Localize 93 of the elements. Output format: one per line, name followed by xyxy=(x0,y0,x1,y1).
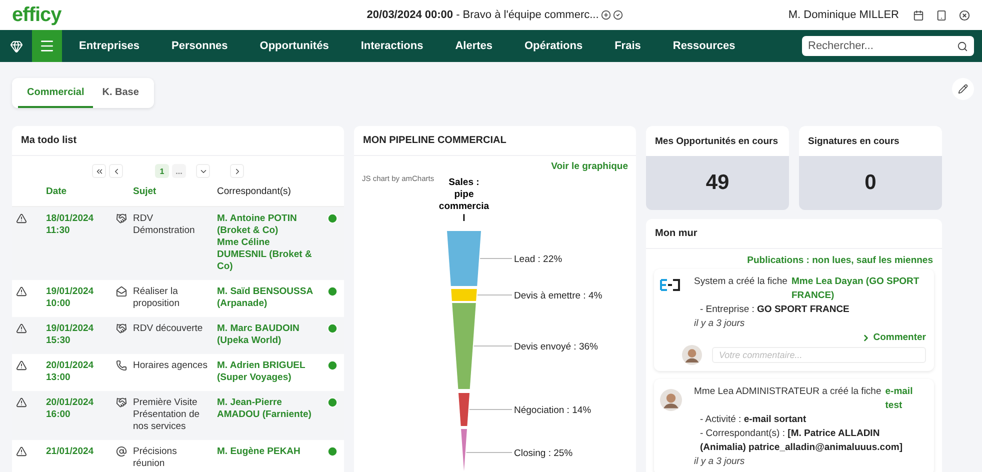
subject-text: RDV Démonstration xyxy=(133,213,196,237)
nav-item[interactable]: Personnes xyxy=(154,40,243,52)
handshake-icon xyxy=(116,213,127,224)
warning-icon xyxy=(16,286,27,297)
warning-icon xyxy=(16,213,27,224)
calendar-icon[interactable] xyxy=(913,10,924,20)
kpi-title: Mes Opportunités en cours xyxy=(655,136,778,146)
subject-text: Première Visite Présentation de nos services xyxy=(133,397,201,433)
subject-text: Horaires agences xyxy=(133,360,208,372)
kpi-title: Signatures en cours xyxy=(808,136,900,146)
record-link[interactable]: Mme Lea Dayan (GO SPORT FRANCE) xyxy=(791,275,922,303)
subject-text: RDV découverte xyxy=(133,323,203,335)
handshake-icon xyxy=(116,323,127,334)
contact-link[interactable]: M. Adrien BRIGUEL (Super Voyages) xyxy=(217,360,319,384)
edit-button[interactable] xyxy=(952,78,974,100)
contact-link[interactable]: Mme Céline DUMESNIL (Broket & Co) xyxy=(217,237,319,273)
search-field[interactable]: Rechercher... xyxy=(802,36,974,56)
handshake-icon xyxy=(116,397,127,408)
logo-icon xyxy=(660,279,680,291)
avatar-icon xyxy=(682,345,702,365)
first-page-button[interactable] xyxy=(92,164,106,178)
card-title: Ma todo list xyxy=(21,135,77,146)
phone-icon xyxy=(116,360,127,371)
post-text: Mme Lea ADMINISTRATEUR a créé la fiche xyxy=(694,385,882,399)
warning-icon xyxy=(16,360,27,371)
post-detail: - Entreprise : GO SPORT FRANCE xyxy=(699,303,850,317)
post-detail: - Correspondant(s) : [M. Patrice ALLADIN (Animalia) patrice_alladin@animaluuus.com] xyxy=(699,427,904,455)
announcement-text: 20/03/2024 00:00 - Bravo à l'équipe commerc... xyxy=(366,9,599,21)
post-detail: - Activité : e-mail sortant xyxy=(699,413,808,427)
nav-item[interactable]: Frais xyxy=(598,40,656,52)
nav-item[interactable]: Alertes xyxy=(438,40,508,52)
date-text: 18/01/2024 11:30 xyxy=(46,213,95,237)
segment-label: Lead : 22% xyxy=(514,254,562,265)
kpi-value: 0 xyxy=(864,171,876,195)
warning-icon xyxy=(16,397,27,408)
page-button[interactable]: 1 xyxy=(155,164,169,178)
at-sign-icon xyxy=(116,446,127,457)
close-icon[interactable] xyxy=(959,10,970,20)
menu-button[interactable] xyxy=(32,30,62,62)
chart-title: Sales : pipe commercia l xyxy=(438,177,490,225)
post-time: il y a 3 jours xyxy=(694,317,746,331)
chart-link[interactable]: Voir le graphique xyxy=(551,161,628,172)
date-text: 21/01/2024 xyxy=(46,446,94,458)
date-text: 19/01/2024 10:00 xyxy=(46,286,95,310)
leader-line xyxy=(468,409,512,410)
filter-link[interactable]: Publications : non lues, sauf les miennes xyxy=(738,249,942,269)
subject-text: Réaliser la proposition xyxy=(133,286,180,310)
envelope-open-icon xyxy=(116,286,127,297)
segment-label: Closing : 25% xyxy=(514,448,573,459)
post-time: il y a 3 jours xyxy=(694,455,746,469)
pencil-icon xyxy=(958,84,968,94)
segment-label: Négociation : 14% xyxy=(514,405,592,416)
tab[interactable]: K. Base xyxy=(93,78,148,108)
leader-line xyxy=(476,294,512,296)
leader-line xyxy=(480,258,512,259)
search-icon[interactable] xyxy=(957,40,968,52)
nav-item[interactable]: Entreprises xyxy=(62,40,155,52)
avatar-icon xyxy=(660,389,682,411)
tab[interactable]: Commercial xyxy=(18,78,94,108)
check-icon[interactable] xyxy=(612,10,623,20)
date-text: 19/01/2024 15:30 xyxy=(46,323,95,347)
date-text: 20/01/2024 13:00 xyxy=(46,360,95,384)
nav-item[interactable]: Opportunités xyxy=(242,40,344,52)
warning-icon xyxy=(16,323,27,334)
menu-icon xyxy=(39,38,55,54)
contact-link[interactable]: M. Antoine POTIN (Broket & Co) xyxy=(217,213,319,237)
contact-link[interactable]: M. Saïd BENSOUSSA (Arpanade) xyxy=(217,286,319,310)
subject-text: Précisions réunion xyxy=(133,446,178,470)
add-icon[interactable] xyxy=(600,10,611,20)
comment-link[interactable]: Commenter xyxy=(861,331,926,345)
segment-label: Devis à emettre : 4% xyxy=(514,290,602,302)
nav-item[interactable]: Opérations xyxy=(508,40,598,52)
nav-item[interactable]: Interactions xyxy=(344,40,438,52)
segment-label: Devis envoyé : 36% xyxy=(514,342,598,352)
next-page-button[interactable] xyxy=(230,164,244,178)
double-chevron-left-icon xyxy=(94,166,104,176)
leader-line xyxy=(466,452,512,453)
tablet-icon[interactable] xyxy=(936,10,947,20)
post-text: System a créé la fiche xyxy=(694,275,788,289)
previous-page-button[interactable] xyxy=(109,164,123,178)
dropdown-button[interactable] xyxy=(196,164,210,178)
logo: efficy xyxy=(12,4,62,26)
card-title: Mon mur xyxy=(655,228,698,239)
warning-icon xyxy=(16,446,27,457)
comment-field[interactable]: Votre commentaire... xyxy=(712,347,926,363)
contact-link[interactable]: M. Eugène PEKAH xyxy=(217,446,300,458)
date-text: 20/01/2024 16:00 xyxy=(46,397,95,421)
card-title: MON PIPELINE COMMERCIAL xyxy=(363,135,506,146)
page-button[interactable]: ... xyxy=(172,164,186,178)
user-name: M. Dominique MILLER xyxy=(788,9,899,21)
record-link[interactable]: e-mail test xyxy=(885,385,926,413)
nav-item[interactable]: Ressources xyxy=(656,40,750,52)
kpi-value: 49 xyxy=(706,171,730,195)
